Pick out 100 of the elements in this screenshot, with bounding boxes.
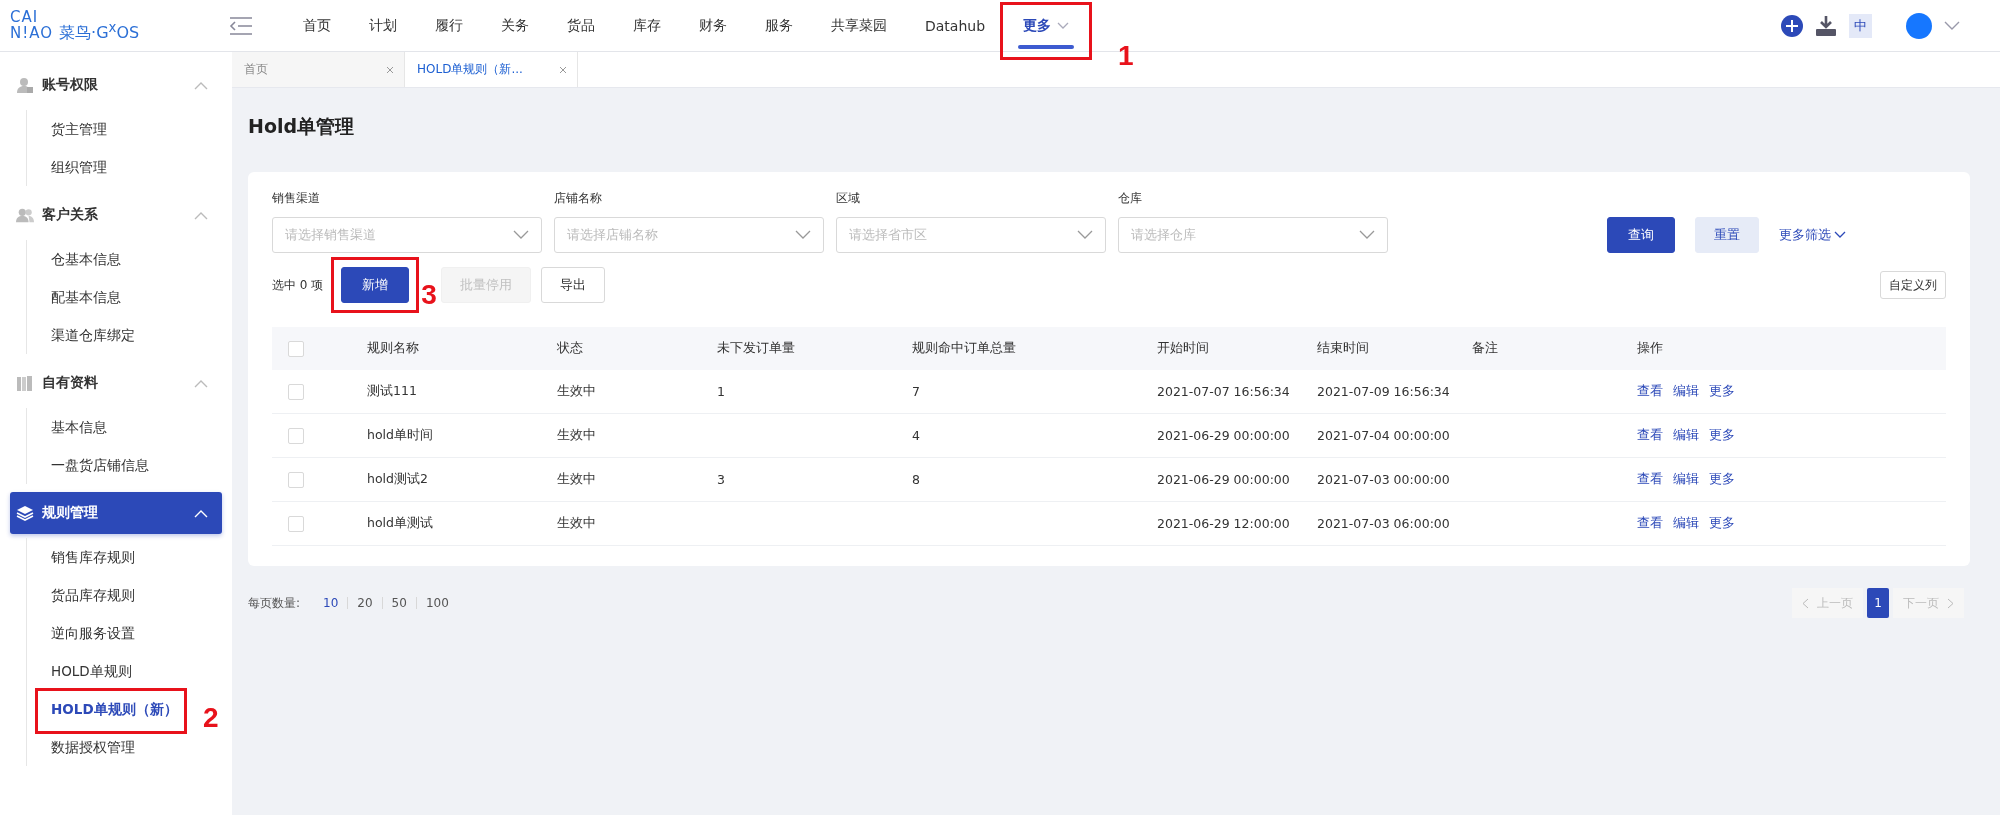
checkbox[interactable] (288, 427, 304, 444)
table-cell: 2021-06-29 00:00:00 (1157, 472, 1290, 487)
checkbox[interactable] (288, 471, 304, 488)
user-icon (16, 76, 34, 94)
column-header: 规则名称 (367, 340, 419, 355)
chevron-down-icon (1834, 231, 1846, 239)
chevron-icon (194, 508, 208, 518)
sidebar-group[interactable]: 客户关系 (10, 194, 222, 236)
sidebar-item[interactable]: 销售库存规则 (51, 538, 135, 576)
nav-item[interactable]: 财务 (680, 0, 746, 52)
sidebar-item[interactable]: 逆向服务设置 (51, 614, 135, 652)
sidebar-item[interactable]: 仓基本信息 (51, 240, 121, 278)
sidebar-item[interactable]: 基本信息 (51, 408, 107, 446)
chevron-down-icon (1077, 230, 1093, 240)
sidebar-item[interactable]: 组织管理 (51, 148, 107, 186)
action-button[interactable]: 导出 (541, 267, 606, 303)
chevron-down-icon (1359, 230, 1375, 240)
close-icon[interactable] (559, 65, 567, 74)
page-size-label: 每页数量: (248, 594, 301, 612)
table-cell: 2021-06-29 00:00:00 (1157, 428, 1290, 443)
chevron-down-icon[interactable] (1944, 20, 1960, 31)
sidebar-item[interactable]: HOLD单规则 (51, 652, 132, 690)
table-cell: 1 (717, 384, 725, 399)
page-tab[interactable]: 首页 (232, 52, 405, 87)
sidebar-group[interactable]: 规则管理 (10, 492, 222, 534)
nav-item[interactable]: 计划 (350, 0, 416, 52)
callout-number: 3 (421, 281, 437, 309)
nav-item[interactable]: 服务 (746, 0, 812, 52)
row-action-link[interactable]: 更多 (1709, 427, 1735, 444)
page-size-option[interactable]: 100 (415, 597, 458, 609)
sidebar-item[interactable]: 配基本信息 (51, 278, 121, 316)
nav-item[interactable]: 首页 (284, 0, 350, 52)
chevron-down-icon (513, 230, 529, 240)
filter-label: 店铺名称 (554, 190, 603, 207)
checkbox[interactable] (288, 383, 304, 400)
nav-item[interactable]: 履行 (416, 0, 482, 52)
users-icon (16, 206, 34, 224)
filter-label: 区域 (836, 190, 861, 207)
column-header: 操作 (1637, 340, 1663, 355)
selection-count: 选中 0 项 (272, 276, 324, 294)
row-action-link[interactable]: 编辑 (1673, 427, 1699, 444)
checkbox[interactable] (288, 340, 304, 357)
table-cell: 生效中 (557, 515, 596, 530)
row-action-link[interactable]: 查看 (1637, 383, 1663, 400)
sidebar-group[interactable]: 自有资料 (10, 362, 222, 404)
avatar-icon[interactable] (1906, 12, 1932, 39)
callout-number: 2 (203, 704, 219, 732)
sidebar-item[interactable]: 数据授权管理 (51, 728, 135, 766)
row-action-link[interactable]: 查看 (1637, 515, 1663, 532)
column-header: 备注 (1472, 340, 1498, 355)
nav-item[interactable]: 更多 (1004, 0, 1089, 52)
add-icon[interactable] (1781, 14, 1803, 37)
query-button[interactable]: 查询 (1607, 217, 1675, 253)
table-cell: hold测试2 (367, 471, 428, 486)
reset-button[interactable]: 重置 (1695, 217, 1759, 253)
nav-item[interactable]: 库存 (614, 0, 680, 52)
row-action-link[interactable]: 编辑 (1673, 515, 1699, 532)
download-icon[interactable] (1815, 14, 1837, 37)
chevron-icon (194, 80, 208, 90)
table-cell: hold单测试 (367, 515, 433, 530)
sidebar-item[interactable]: 一盘货店铺信息 (51, 446, 149, 484)
table-cell: 3 (717, 472, 725, 487)
chevron-right-icon (1947, 597, 1954, 609)
close-icon[interactable] (386, 65, 394, 74)
page-size-option[interactable]: 50 (381, 597, 416, 609)
filter-label: 销售渠道 (272, 190, 321, 207)
row-action-link[interactable]: 编辑 (1673, 383, 1699, 400)
page-size-option[interactable]: 20 (347, 597, 382, 609)
sidebar-item[interactable]: 货品库存规则 (51, 576, 135, 614)
column-header: 未下发订单量 (717, 340, 795, 355)
custom-columns-button[interactable]: 自定义列 (1880, 271, 1946, 299)
table-cell: 4 (912, 428, 920, 443)
nav-item[interactable]: Datahub (906, 0, 1005, 52)
sidebar-group[interactable]: 账号权限 (10, 64, 222, 106)
page-size-option[interactable]: 10 (314, 597, 348, 609)
column-header: 开始时间 (1157, 340, 1209, 355)
row-action-link[interactable]: 更多 (1709, 383, 1735, 400)
row-action-link[interactable]: 查看 (1637, 427, 1663, 444)
action-button[interactable]: 新增 (341, 267, 410, 303)
chevron-down-icon (795, 230, 811, 240)
menu-fold-icon[interactable] (228, 15, 254, 36)
checkbox[interactable] (288, 515, 304, 532)
page-number[interactable]: 1 (1867, 588, 1889, 618)
sidebar-item[interactable]: HOLD单规则（新） (51, 690, 178, 728)
table-cell: 2021-07-09 16:56:34 (1317, 384, 1450, 399)
chevron-down-icon (1057, 21, 1070, 30)
nav-item[interactable]: 共享菜园 (812, 0, 906, 52)
row-action-link[interactable]: 更多 (1709, 471, 1735, 488)
language-button[interactable]: 中 (1849, 13, 1872, 38)
sidebar-item[interactable]: 渠道仓库绑定 (51, 316, 135, 354)
table-cell: 2021-07-07 16:56:34 (1157, 384, 1290, 399)
row-action-link[interactable]: 查看 (1637, 471, 1663, 488)
row-action-link[interactable]: 编辑 (1673, 471, 1699, 488)
chevron-icon (194, 210, 208, 220)
nav-item[interactable]: 货品 (548, 0, 614, 52)
more-filters-link[interactable]: 更多筛选 (1779, 226, 1846, 244)
sidebar-item[interactable]: 货主管理 (51, 110, 107, 148)
nav-item[interactable]: 关务 (482, 0, 548, 52)
table-cell: 生效中 (557, 471, 596, 486)
row-action-link[interactable]: 更多 (1709, 515, 1735, 532)
